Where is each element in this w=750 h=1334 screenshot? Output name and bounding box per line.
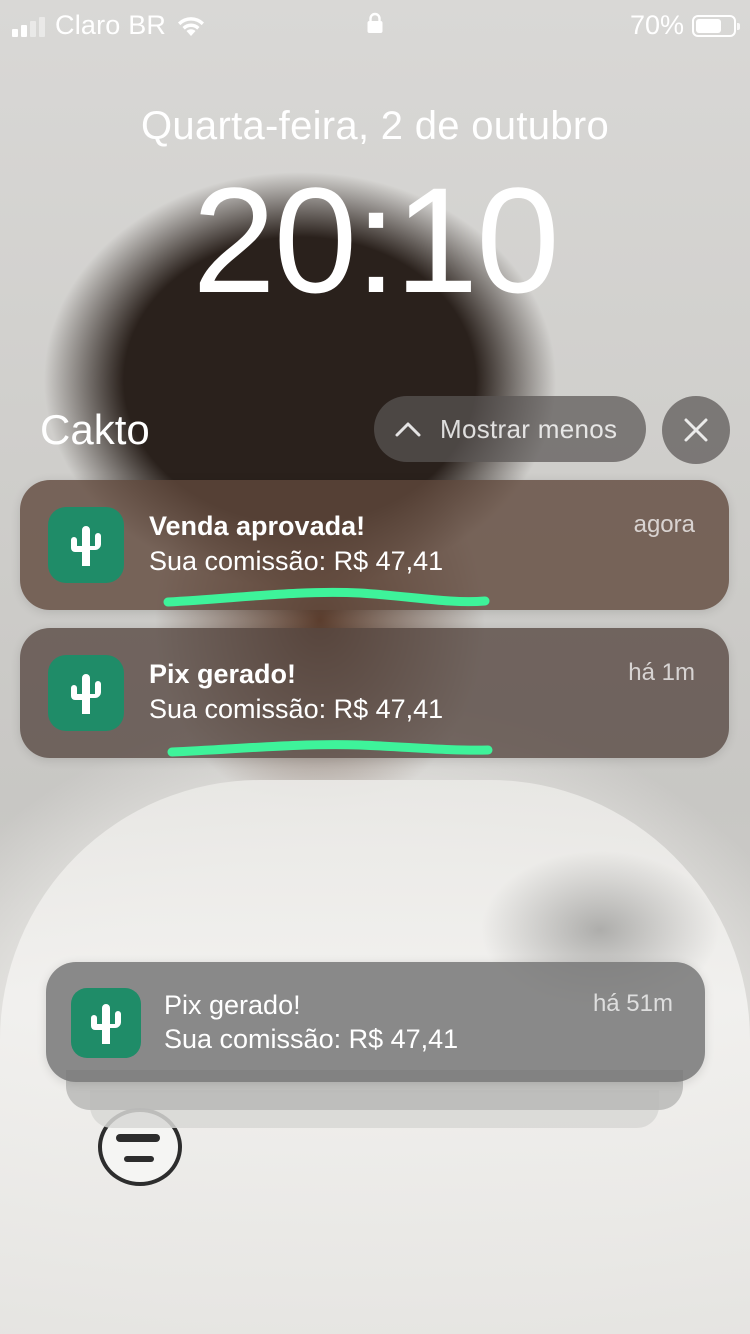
clear-group-button[interactable] [662, 396, 730, 464]
signal-icon [12, 15, 45, 37]
show-less-button[interactable]: Mostrar menos [374, 396, 646, 462]
notification-time: há 1m [628, 659, 695, 686]
app-icon [48, 655, 124, 731]
notification-body: Sua comissão: R$ 47,41 [149, 694, 444, 724]
cactus-icon [71, 674, 101, 714]
notification-body: Sua comissão: R$ 47,41 [149, 546, 444, 576]
app-icon [71, 988, 141, 1058]
wifi-icon [178, 16, 205, 36]
chevron-up-icon [395, 422, 421, 437]
lock-date: Quarta-feira, 2 de outubro [140, 104, 610, 148]
notification-group-title: Cakto [40, 406, 150, 453]
show-less-label: Mostrar menos [440, 413, 618, 444]
cactus-icon [91, 1004, 121, 1044]
notification-title: Venda aprovada! [149, 511, 366, 541]
cactus-icon [71, 526, 101, 566]
notification-time: há 51m [592, 990, 673, 1017]
notification-stack-card[interactable]: Pix gerado! Sua comissão: R$ 47,41 há 51… [46, 962, 705, 1082]
notification-card[interactable]: Venda aprovada! Sua comissão: R$ 47,41 a… [20, 480, 729, 610]
battery-percent: 70% [629, 10, 684, 40]
app-icon [48, 507, 124, 583]
lock-clock: 20:10 [192, 156, 559, 324]
battery-icon [692, 14, 740, 37]
status-left: Claro BR [12, 10, 206, 41]
carrier-name: Claro BR [55, 10, 167, 40]
notification-title: Pix gerado! [149, 659, 297, 689]
status-right: 70% [629, 10, 740, 41]
notification-body: Sua comissão: R$ 47,41 [164, 1024, 459, 1054]
battery-fill [696, 18, 721, 33]
notification-card[interactable]: Pix gerado! Sua comissão: R$ 47,41 há 1m [20, 628, 729, 758]
lock-icon [367, 12, 383, 33]
status-bar: Claro BR 70% [0, 0, 750, 50]
notification-title: Pix gerado! [164, 990, 301, 1020]
notification-time: agora [633, 511, 695, 538]
close-icon [684, 418, 708, 442]
